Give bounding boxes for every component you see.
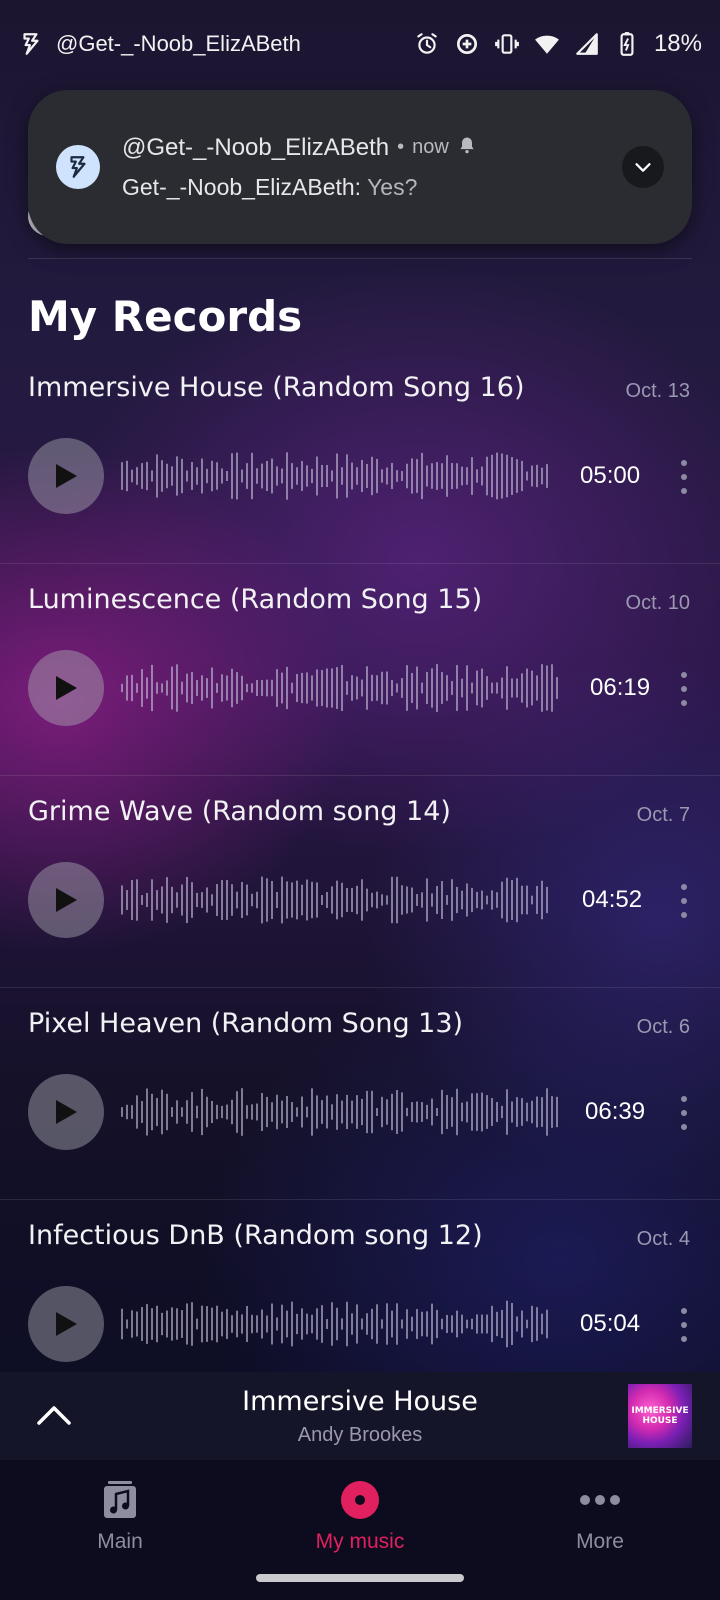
nav-more[interactable]: More [500, 1478, 700, 1554]
record-duration: 05:00 [580, 462, 641, 489]
nav-main[interactable]: Main [20, 1478, 220, 1554]
play-button[interactable] [28, 438, 104, 514]
more-options-icon[interactable] [674, 672, 694, 706]
signal-icon [574, 31, 600, 57]
notification-time: now [412, 136, 449, 158]
waveform[interactable] [120, 1298, 552, 1350]
record-item[interactable]: Grime Wave (Random song 14) Oct. 7 04:52 [0, 776, 720, 988]
now-playing-title: Immersive House [242, 1386, 478, 1417]
alarm-icon [414, 31, 440, 57]
record-item[interactable]: Luminescence (Random Song 15) Oct. 10 06… [0, 564, 720, 776]
record-icon [260, 1478, 460, 1522]
nav-more-label: More [576, 1530, 624, 1553]
more-options-icon[interactable] [674, 884, 694, 918]
record-duration: 06:39 [585, 1098, 646, 1125]
status-app-name: @Get-_-Noob_ElizABeth [56, 31, 301, 56]
page-title: My Records [28, 292, 303, 341]
notification-message: Yes? [367, 173, 418, 200]
nav-my-music[interactable]: My music [260, 1478, 460, 1554]
record-date: Oct. 7 [636, 804, 690, 826]
chevron-down-icon [635, 163, 651, 172]
music-note-icon [20, 1478, 220, 1522]
nav-main-label: Main [97, 1530, 143, 1553]
play-button[interactable] [28, 862, 104, 938]
notification-card[interactable]: @Get-_-Noob_ElizABeth • now Get-_-Noob_E… [28, 90, 692, 244]
record-duration: 05:04 [580, 1310, 641, 1337]
mini-player[interactable]: Immersive House Andy Brookes IMMERSIVE H… [0, 1372, 720, 1460]
record-title: Pixel Heaven (Random Song 13) [28, 1008, 464, 1039]
record-date: Oct. 13 [625, 380, 690, 402]
vibrate-icon [494, 31, 520, 57]
bolt-app-icon [18, 31, 44, 57]
battery-charging-icon [614, 31, 640, 57]
record-duration: 04:52 [582, 886, 643, 913]
play-button[interactable] [28, 1074, 104, 1150]
record-title: Infectious DnB (Random song 12) [28, 1220, 483, 1251]
battery-percent: 18% [653, 30, 702, 57]
notification-expand-button[interactable] [622, 146, 664, 188]
album-art-text: IMMERSIVE HOUSE [631, 1406, 689, 1426]
wifi-icon [534, 31, 560, 57]
play-button[interactable] [28, 1286, 104, 1362]
record-date: Oct. 6 [636, 1016, 690, 1038]
bell-off-icon [457, 134, 477, 162]
record-title: Luminescence (Random Song 15) [28, 584, 483, 615]
play-icon [56, 1100, 77, 1124]
waveform[interactable] [120, 1086, 558, 1138]
notification-app-icon [56, 145, 100, 189]
notification-app-name: @Get-_-Noob_ElizABeth [122, 133, 390, 161]
play-icon [56, 464, 77, 488]
nav-my-music-label: My music [315, 1530, 405, 1553]
data-saver-icon [454, 31, 480, 57]
notification-separator: • [397, 136, 405, 158]
record-item[interactable]: Pixel Heaven (Random Song 13) Oct. 6 06:… [0, 988, 720, 1200]
notification-sender: Get-_-Noob_ElizABeth: [122, 173, 362, 200]
home-indicator[interactable] [256, 1574, 464, 1582]
more-options-icon[interactable] [674, 1308, 694, 1342]
record-item[interactable]: Immersive House (Random Song 16) Oct. 13… [0, 352, 720, 564]
play-button[interactable] [28, 650, 104, 726]
divider [28, 258, 692, 259]
status-bar: @Get-_-Noob_ElizABeth 18% [0, 0, 720, 88]
waveform[interactable] [120, 450, 552, 502]
more-dots-icon [500, 1478, 700, 1522]
record-title: Immersive House (Random Song 16) [28, 372, 525, 403]
records-list[interactable]: Immersive House (Random Song 16) Oct. 13… [0, 352, 720, 1370]
record-title: Grime Wave (Random song 14) [28, 796, 451, 827]
album-art[interactable]: IMMERSIVE HOUSE [628, 1384, 692, 1448]
record-item[interactable]: Infectious DnB (Random song 12) Oct. 4 0… [0, 1200, 720, 1370]
play-icon [56, 888, 77, 912]
more-options-icon[interactable] [674, 460, 694, 494]
play-icon [56, 676, 77, 700]
play-icon [56, 1312, 77, 1336]
waveform[interactable] [120, 874, 552, 926]
waveform[interactable] [120, 662, 562, 714]
record-date: Oct. 4 [636, 1228, 690, 1250]
record-duration: 06:19 [590, 674, 651, 701]
more-options-icon[interactable] [674, 1096, 694, 1130]
now-playing-artist: Andy Brookes [297, 1424, 423, 1446]
record-date: Oct. 10 [625, 592, 690, 614]
